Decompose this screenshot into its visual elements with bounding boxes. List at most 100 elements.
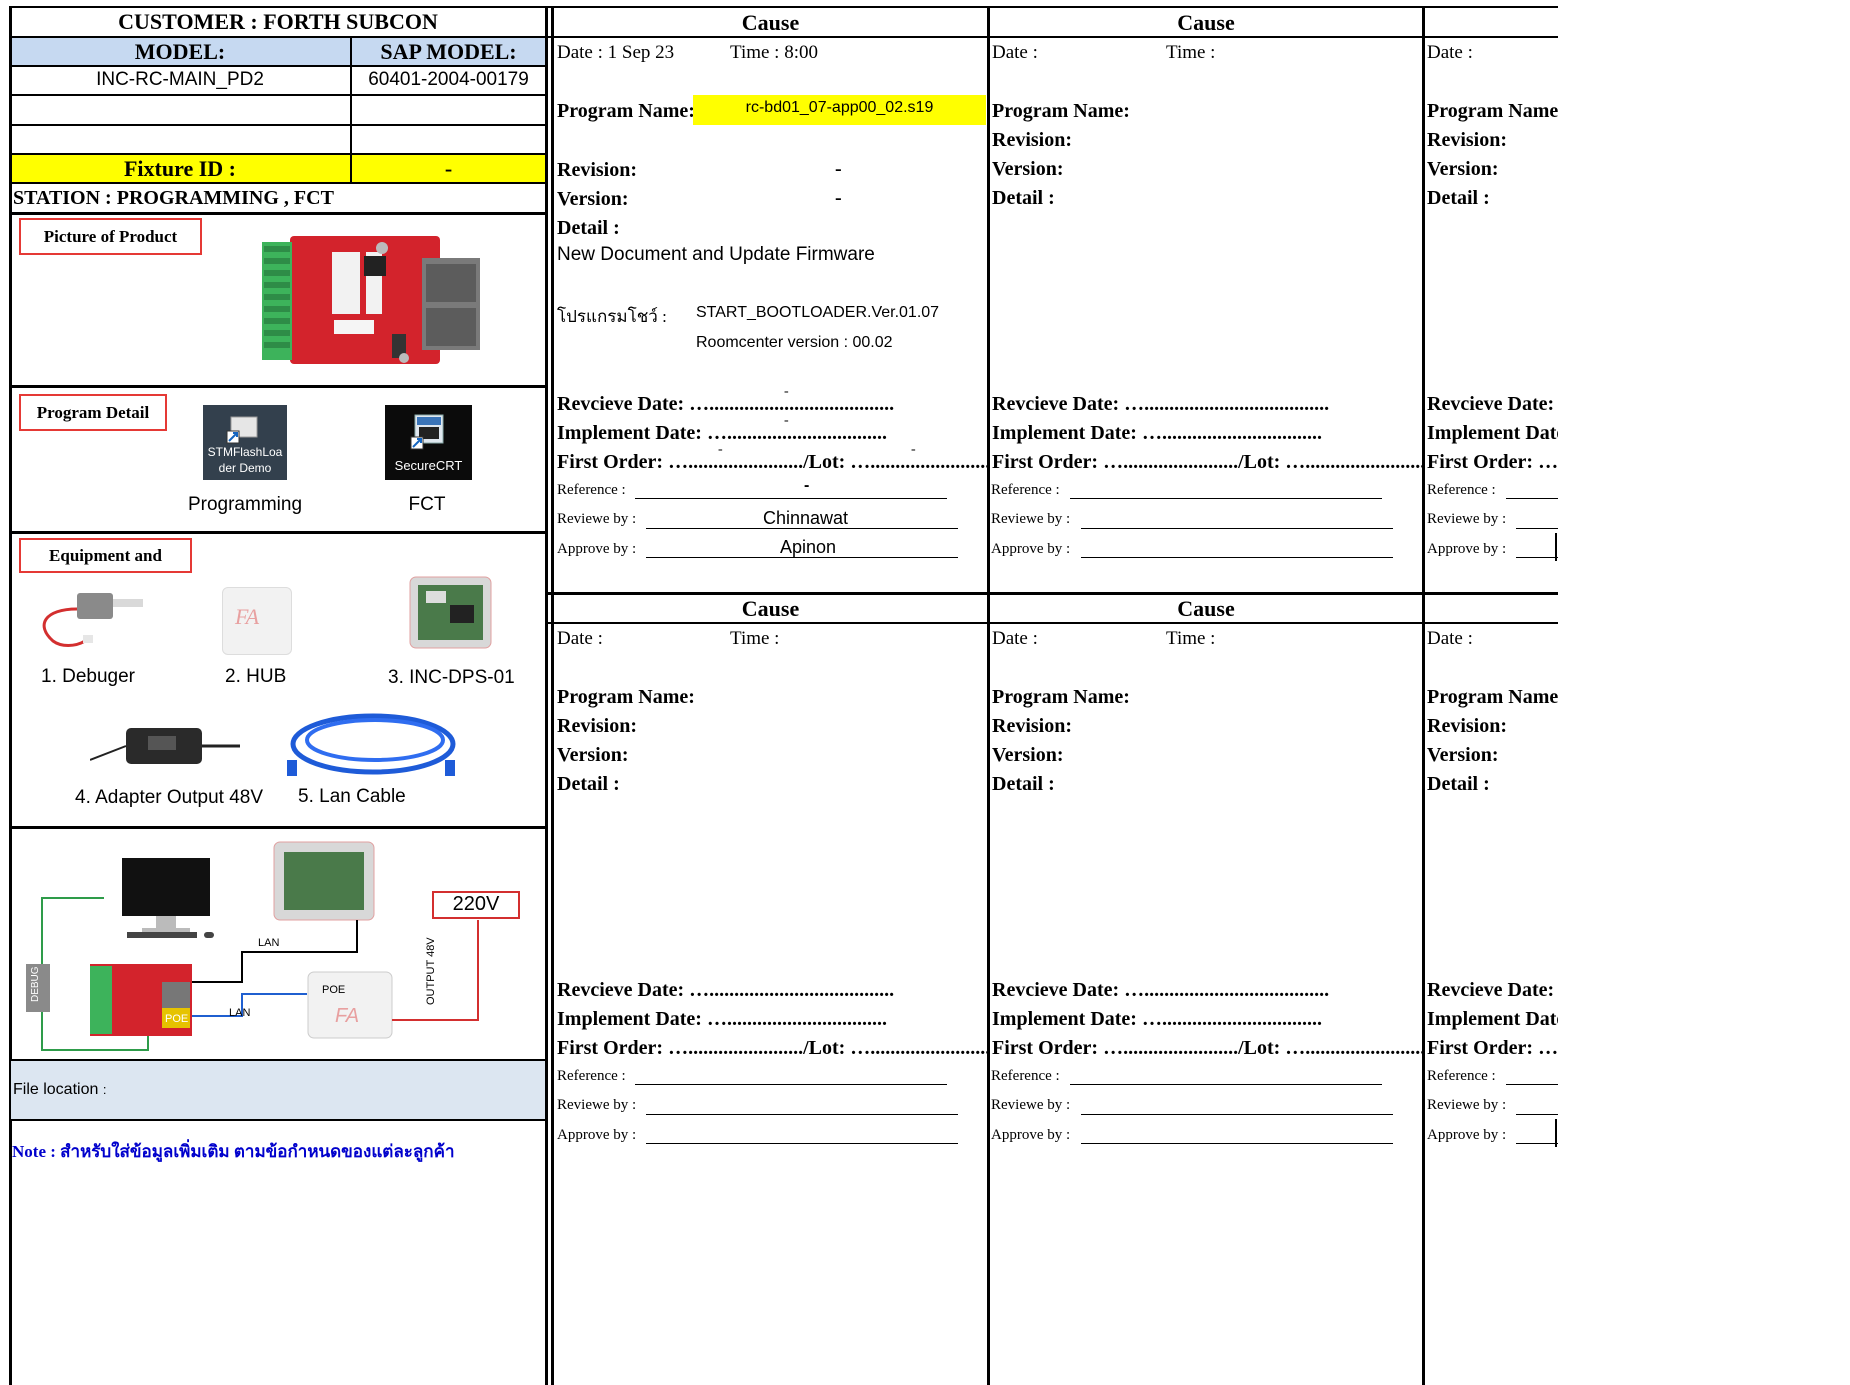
entry4-detail-label: Detail :: [557, 773, 620, 795]
debug-label: DEBUG: [30, 966, 41, 1002]
stm-flash-loader-icon[interactable]: STMFlashLoa der Demo: [203, 405, 287, 480]
entry6-review-line: [1516, 1114, 1558, 1115]
entry5-time-label: Time :: [1166, 628, 1216, 649]
entry2-revision-label: Revision:: [992, 129, 1072, 151]
entry6-program-name-label: Program Name:: [1427, 686, 1565, 708]
entry1-date: Date : 1 Sep 23: [557, 42, 675, 63]
entry6-revision-label: Revision:: [1427, 715, 1507, 737]
entry3-approve-bar: [1555, 533, 1557, 561]
stm-icon-label-1: STMFlashLoa: [207, 445, 283, 459]
customer-title: CUSTOMER : FORTH SUBCON: [118, 9, 438, 34]
entry5-receive-date: Revcieve Date: …........................…: [992, 979, 1330, 1001]
entry1-detail-text: New Document and Update Firmware: [557, 244, 875, 265]
mouse-icon: [204, 932, 214, 938]
entry6-version-label: Version:: [1427, 744, 1499, 766]
poe-board-label: POE: [165, 1013, 189, 1025]
entry4-approve-line: [646, 1143, 958, 1144]
entry1-bootloader: START_BOOTLOADER.Ver.01.07: [696, 304, 940, 321]
entry1-reference-value: -: [804, 477, 810, 494]
rule: [9, 6, 548, 8]
entry2-reference-label: Reference :: [991, 482, 1060, 498]
fixture-label: Fixture ID :: [123, 156, 237, 181]
entry1-reviewer: Chinnawat: [763, 508, 849, 528]
rule: [9, 385, 548, 388]
rule: [9, 826, 548, 829]
rule: [9, 94, 548, 96]
entry4-time-label: Time :: [730, 628, 780, 649]
entry4-receive-date: Revcieve Date: …........................…: [557, 979, 895, 1001]
sap-model-label: SAP MODEL:: [380, 39, 517, 64]
entry5-reference-label: Reference :: [991, 1068, 1060, 1084]
entry3-reference-label: Reference :: [1427, 482, 1496, 498]
entry1-program-thai: โปรแกรมโชว์ :: [557, 307, 667, 326]
cause-header-4: Cause: [741, 596, 800, 621]
entry1-approver: Apinon: [780, 537, 837, 557]
keyboard-icon: [127, 932, 197, 938]
equipment-label: Equipment and: [19, 538, 192, 573]
entry1-receive-date: Revcieve Date: …........................…: [557, 393, 895, 415]
entry6-first-order: First Order: ….: [1427, 1037, 1564, 1059]
entry1-program-name: rc-bd01_07-app00_02.s19: [745, 99, 934, 116]
entry1-time: Time : 8:00: [730, 42, 818, 63]
entry1-lot-mark: -: [911, 442, 916, 457]
entry1-revision-value: -: [835, 158, 842, 180]
equipment-2: 2. HUB: [225, 666, 287, 687]
entry4-first-order: First Order: …......................./Lo…: [557, 1037, 991, 1059]
debugger-image: [42, 593, 143, 647]
monitor-icon: [122, 858, 210, 916]
file-location-label: File location :: [13, 1081, 106, 1099]
entry3-approve-line: [1516, 557, 1558, 558]
entry5-date-label: Date :: [992, 628, 1038, 649]
rule: [350, 36, 352, 183]
rule: [9, 153, 548, 155]
entry6-receive-date: Revcieve Date: .: [1427, 979, 1565, 1001]
entry3-date-label: Date :: [1427, 42, 1473, 63]
adapter-image: [90, 728, 240, 764]
entry3-review-line: [1516, 528, 1558, 529]
entry4-reference-line: [635, 1084, 947, 1085]
entry6-approve-bar: [1555, 1119, 1557, 1147]
voltage-label: 220V: [452, 893, 500, 915]
cause-header-1: Cause: [741, 10, 800, 35]
equipment-1: 1. Debuger: [41, 666, 136, 687]
model-label: MODEL:: [134, 39, 226, 64]
lan-label-2: LAN: [229, 1007, 251, 1019]
rule: [9, 6, 12, 1385]
entry5-reference-line: [1070, 1084, 1382, 1085]
rule: [545, 6, 548, 1385]
entry2-review-label: Reviewe by :: [991, 511, 1071, 527]
entry4-approve-label: Approve by :: [557, 1127, 637, 1143]
model-value: INC-RC-MAIN_PD2: [96, 69, 264, 90]
rule: [1422, 6, 1425, 1385]
lan-cable-image: [287, 713, 456, 776]
entry2-time-label: Time :: [1166, 42, 1216, 63]
entry3-first-order: First Order: ….: [1427, 451, 1564, 473]
entry3-implement-date: Implement Date: [1427, 422, 1566, 444]
securecrt-icon[interactable]: SecureCRT: [385, 405, 472, 480]
entry5-implement-date: Implement Date: ….......................…: [992, 1008, 1322, 1030]
entry4-program-name-label: Program Name:: [557, 686, 695, 708]
entry5-detail-label: Detail :: [992, 773, 1055, 795]
entry6-approve-label: Approve by :: [1427, 1127, 1507, 1143]
entry1-version-value: -: [835, 187, 842, 209]
entry3-review-label: Reviewe by :: [1427, 511, 1507, 527]
note-text: Note : สำหรับใส่ข้อมูลเพิ่มเติม ตามข้อกำ…: [12, 1142, 455, 1161]
entry1-receive-mark: -: [784, 384, 789, 399]
stm-icon-label-2: der Demo: [218, 461, 272, 475]
left-panel: CUSTOMER : FORTH SUBCON MODEL: SAP MODEL…: [0, 0, 548, 1385]
cause-header-5: Cause: [1177, 596, 1235, 621]
entry1-revision-label: Revision:: [557, 159, 637, 181]
rule: [9, 36, 548, 38]
entry1-reference-line: [635, 498, 947, 499]
equipment-3: 3. INC-DPS-01: [388, 667, 515, 688]
entry6-detail-label: Detail :: [1427, 773, 1490, 795]
rule: [9, 182, 548, 184]
program-detail-label: Program Detail: [19, 394, 167, 431]
sap-model-value: 60401-2004-00179: [368, 69, 529, 90]
entry1-approve-label: Approve by :: [557, 541, 637, 557]
cause-header-2: Cause: [1177, 10, 1235, 35]
output-label: OUTPUT 48V: [425, 937, 437, 1005]
equipment-5: 5. Lan Cable: [298, 786, 406, 807]
entry1-roomcenter: Roomcenter version : 00.02: [696, 334, 893, 351]
entry3-revision-label: Revision:: [1427, 129, 1507, 151]
